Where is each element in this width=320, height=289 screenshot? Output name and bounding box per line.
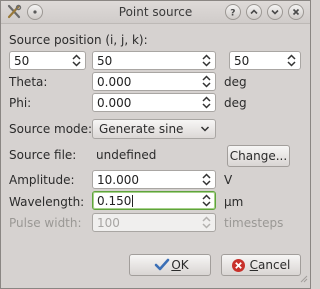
amplitude-spinbox[interactable]: 10.000: [92, 170, 216, 189]
pulse-width-value: 100: [97, 216, 120, 230]
spin-arrows-icon[interactable]: [71, 53, 82, 68]
source-position-label: Source position (i, j, k):: [9, 33, 148, 47]
ok-button-label: OK: [171, 258, 189, 272]
position-i-spinbox[interactable]: 50: [9, 51, 86, 70]
wavelength-value: 0.150: [97, 194, 134, 208]
change-file-button[interactable]: Change...: [227, 145, 290, 167]
checkmark-icon: [154, 258, 170, 275]
pulse-width-spinbox: 100: [92, 213, 216, 232]
amplitude-unit: V: [224, 173, 233, 187]
chevron-down-icon: [200, 123, 210, 138]
window-title: Point source: [118, 5, 193, 19]
phi-value: 0.000: [97, 96, 132, 110]
spin-arrows-icon[interactable]: [201, 172, 212, 187]
source-mode-selected: Generate sine: [99, 122, 184, 136]
help-icon[interactable]: ?: [225, 4, 241, 20]
ok-button[interactable]: OK: [129, 254, 211, 276]
resize-grip-icon[interactable]: [300, 272, 308, 286]
theta-spinbox[interactable]: 0.000: [92, 72, 216, 91]
wavelength-spinbox[interactable]: 0.150: [92, 191, 216, 210]
title-bar[interactable]: Point source ?: [1, 1, 310, 24]
wavelength-label: Wavelength:: [9, 195, 85, 209]
cancel-button-label: Cancel: [249, 258, 291, 272]
phi-spinbox[interactable]: 0.000: [92, 93, 216, 112]
point-source-dialog: Point source ? Source position (i, j, k)…: [0, 0, 311, 289]
position-i-value: 50: [14, 54, 30, 68]
theta-value: 0.000: [97, 75, 132, 89]
close-icon[interactable]: [288, 4, 304, 20]
svg-text:?: ?: [230, 9, 235, 17]
change-file-button-label: Change...: [229, 149, 288, 163]
source-mode-select[interactable]: Generate sine: [92, 119, 216, 139]
spin-arrows-icon[interactable]: [201, 193, 212, 208]
spin-arrows-icon[interactable]: [286, 53, 297, 68]
maximize-down-icon[interactable]: [267, 4, 283, 20]
amplitude-value: 10.000: [97, 173, 139, 187]
source-mode-label: Source mode:: [9, 122, 93, 136]
text-cursor: [132, 195, 134, 207]
pulse-width-unit: timesteps: [224, 216, 284, 230]
amplitude-label: Amplitude:: [9, 173, 75, 187]
spin-arrows-icon[interactable]: [201, 53, 212, 68]
position-k-value: 50: [234, 54, 250, 68]
position-j-spinbox[interactable]: 50: [92, 51, 216, 70]
spin-arrows-icon: [201, 215, 212, 230]
cancel-icon: [231, 258, 246, 276]
wavelength-unit: µm: [224, 195, 244, 209]
source-file-value: undefined: [96, 148, 157, 162]
spin-arrows-icon[interactable]: [201, 95, 212, 110]
spin-arrows-icon[interactable]: [201, 74, 212, 89]
phi-label: Phi:: [9, 96, 32, 110]
position-k-spinbox[interactable]: 50: [229, 51, 301, 70]
source-file-label: Source file:: [9, 148, 77, 162]
cancel-button[interactable]: Cancel: [221, 254, 301, 276]
theta-unit: deg: [224, 75, 247, 89]
position-j-value: 50: [97, 54, 113, 68]
theta-label: Theta:: [9, 75, 48, 89]
shade-up-icon[interactable]: [246, 4, 262, 20]
phi-unit: deg: [224, 96, 247, 110]
pulse-width-label: Pulse width:: [9, 216, 82, 230]
